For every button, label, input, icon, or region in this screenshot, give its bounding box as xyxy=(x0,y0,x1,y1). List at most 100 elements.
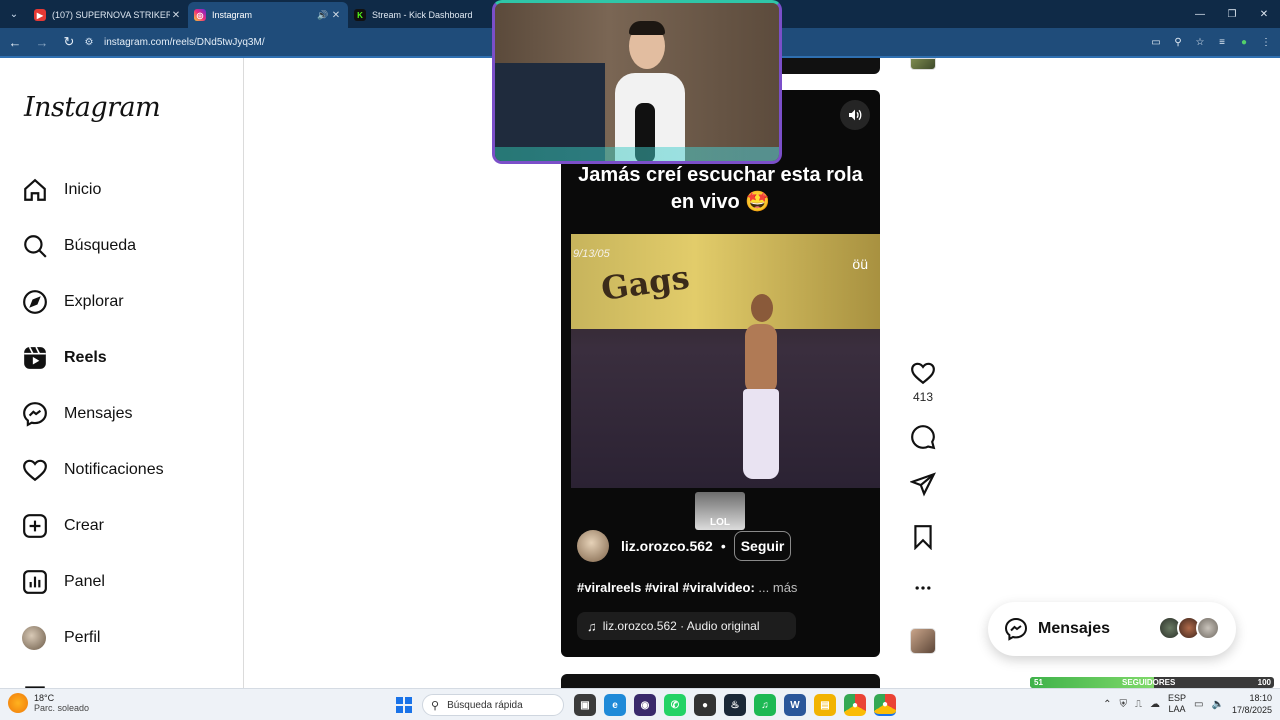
reel-hashtags[interactable]: #viralreels #viral #viralvideo: ... más xyxy=(577,580,797,595)
audio-thumbnail-action[interactable] xyxy=(906,628,940,654)
sidebar-item-mensajes[interactable]: Mensajes xyxy=(22,396,222,432)
cloud-icon[interactable]: ☁ xyxy=(1150,699,1160,710)
file-explorer-icon[interactable]: ▤ xyxy=(814,694,836,716)
reload-icon[interactable]: ↻ xyxy=(57,30,81,54)
windows-logo-icon xyxy=(396,706,403,713)
messenger-icon xyxy=(23,402,47,427)
site-info-icon[interactable]: ⚙ xyxy=(82,35,96,49)
follower-goal-bar: 51 SEGUIDORES 100 xyxy=(1030,677,1274,688)
avatar[interactable] xyxy=(577,530,609,562)
forward-icon[interactable]: → xyxy=(30,30,54,54)
back-icon[interactable]: ← xyxy=(3,30,27,54)
menu-icon[interactable]: ⋮ xyxy=(1258,32,1274,52)
sun-icon xyxy=(8,693,28,713)
microphone-icon[interactable]: ⎍ xyxy=(1135,699,1142,710)
caption-line: Jamás creí escuchar esta rola xyxy=(578,164,863,186)
send-icon xyxy=(910,472,936,497)
sidebar-item-more[interactable] xyxy=(22,676,222,688)
hashtags-text[interactable]: #viralreels #viral #viralvideo: xyxy=(577,580,755,595)
more-link[interactable]: ... más xyxy=(758,580,797,595)
like-action[interactable]: 413 xyxy=(906,360,940,404)
app-icon[interactable]: ● xyxy=(694,694,716,716)
lang-code: ESP xyxy=(1168,693,1187,703)
sidebar-item-notificaciones[interactable]: Notificaciones xyxy=(22,452,222,488)
language-indicator[interactable]: ESP LAA xyxy=(1168,693,1186,715)
taskbar-search-text: Búsqueda rápida xyxy=(447,699,523,711)
tab-youtube[interactable]: ▶ (107) SUPERNOVA STRIKERS A ✕ xyxy=(28,2,188,28)
spotify-icon[interactable]: ♫ xyxy=(754,694,776,716)
obs-icon[interactable]: ◉ xyxy=(634,694,656,716)
video-watermark: öü xyxy=(852,256,868,272)
extension-icon[interactable]: ● xyxy=(1236,32,1252,52)
reading-list-icon[interactable]: ≡ xyxy=(1214,32,1230,52)
message-avatars xyxy=(1158,616,1220,640)
clock-date: 17/8/2025 xyxy=(1231,705,1272,715)
sidebar-item-inicio[interactable]: Inicio xyxy=(22,172,222,208)
whatsapp-icon[interactable]: ✆ xyxy=(664,694,686,716)
start-button[interactable] xyxy=(396,697,412,713)
sidebar-item-label: Mensajes xyxy=(64,405,133,422)
sidebar-item-label: Notificaciones xyxy=(64,461,164,478)
bookmark-icon xyxy=(914,525,932,550)
reel-caption: Jamás creí escuchar esta rola en vivo 🤩 xyxy=(561,162,880,216)
instagram-logo[interactable]: Instagram xyxy=(24,92,161,123)
avatar xyxy=(1196,616,1220,640)
caption-line: en vivo 🤩 xyxy=(670,191,771,213)
minimize-icon[interactable]: — xyxy=(1184,0,1216,28)
sidebar-item-label: Búsqueda xyxy=(64,237,137,254)
weather-widget[interactable]: 18°C Parc. soleado xyxy=(8,693,89,713)
chrome-icon[interactable]: ● xyxy=(844,694,866,716)
search-icon xyxy=(24,235,47,258)
display-icon[interactable]: ▭ xyxy=(1194,699,1203,710)
restore-icon[interactable]: ❐ xyxy=(1216,0,1248,28)
close-icon[interactable]: ✕ xyxy=(330,10,342,21)
bookmark-star-icon[interactable]: ☆ xyxy=(1192,32,1208,52)
edge-icon[interactable]: e xyxy=(604,694,626,716)
tab-kick[interactable]: K Stream - Kick Dashboard ✕ xyxy=(348,2,508,28)
cast-icon[interactable]: ▭ xyxy=(1148,32,1164,52)
comment-action[interactable] xyxy=(906,424,940,450)
word-icon[interactable]: W xyxy=(784,694,806,716)
chevron-up-icon[interactable]: ⌃ xyxy=(1103,699,1111,710)
music-note-icon: ♫ xyxy=(587,618,597,634)
share-action[interactable] xyxy=(906,471,940,497)
author-username[interactable]: liz.orozco.562 xyxy=(621,538,713,554)
security-icon[interactable]: ⛨ xyxy=(1120,699,1128,710)
taskbar-search[interactable]: ⚲ Búsqueda rápida xyxy=(422,694,564,716)
close-icon[interactable]: ✕ xyxy=(170,10,182,21)
more-horizontal-icon xyxy=(915,586,931,590)
close-window-icon[interactable]: ✕ xyxy=(1248,0,1280,28)
steam-icon[interactable]: ♨ xyxy=(724,694,746,716)
more-options-action[interactable] xyxy=(906,578,940,598)
previous-reel-thumbnail[interactable] xyxy=(910,58,936,70)
audio-pill[interactable]: ♫ liz.orozco.562 · Audio original xyxy=(577,612,796,640)
sidebar-item-busqueda[interactable]: Búsqueda xyxy=(22,228,222,264)
speaker-icon xyxy=(849,109,862,121)
sidebar-item-explorar[interactable]: Explorar xyxy=(22,284,222,320)
volume-icon[interactable]: 🔈 xyxy=(1212,699,1224,710)
save-action[interactable] xyxy=(906,524,940,550)
reel-player[interactable]: Jamás creí escuchar esta rola en vivo 🤩 … xyxy=(561,90,880,657)
sidebar-item-label: Perfil xyxy=(64,629,101,646)
mute-button[interactable] xyxy=(840,100,870,130)
performer-head xyxy=(751,294,773,322)
tab-instagram[interactable]: ◎ Instagram 🔊 ✕ xyxy=(188,2,348,28)
tab-search-chevron-icon[interactable]: ⌄ xyxy=(0,0,28,28)
sidebar-item-label: Panel xyxy=(64,573,105,590)
sidebar-item-perfil[interactable]: Perfil xyxy=(22,620,222,656)
messages-label: Mensajes xyxy=(1038,620,1111,637)
instagram-icon: ◎ xyxy=(194,9,206,21)
sidebar-item-panel[interactable]: Panel xyxy=(22,564,222,600)
taskbar: 18°C Parc. soleado ⚲ Búsqueda rápida ▣ e… xyxy=(0,688,1280,720)
clock[interactable]: 18:10 17/8/2025 xyxy=(1232,692,1272,716)
sidebar-item-reels[interactable]: Reels xyxy=(22,340,222,376)
speaker-icon[interactable]: 🔊 xyxy=(316,10,330,21)
kick-icon: K xyxy=(354,9,366,21)
messages-widget[interactable]: Mensajes xyxy=(988,602,1236,656)
follow-button[interactable]: Seguir xyxy=(733,531,792,561)
zoom-icon[interactable]: ⚲ xyxy=(1170,32,1186,52)
tab-title: Stream - Kick Dashboard xyxy=(372,10,473,20)
sidebar-item-crear[interactable]: Crear xyxy=(22,508,222,544)
task-view-icon[interactable]: ▣ xyxy=(574,694,596,716)
chrome-active-icon[interactable]: ● xyxy=(874,694,896,716)
